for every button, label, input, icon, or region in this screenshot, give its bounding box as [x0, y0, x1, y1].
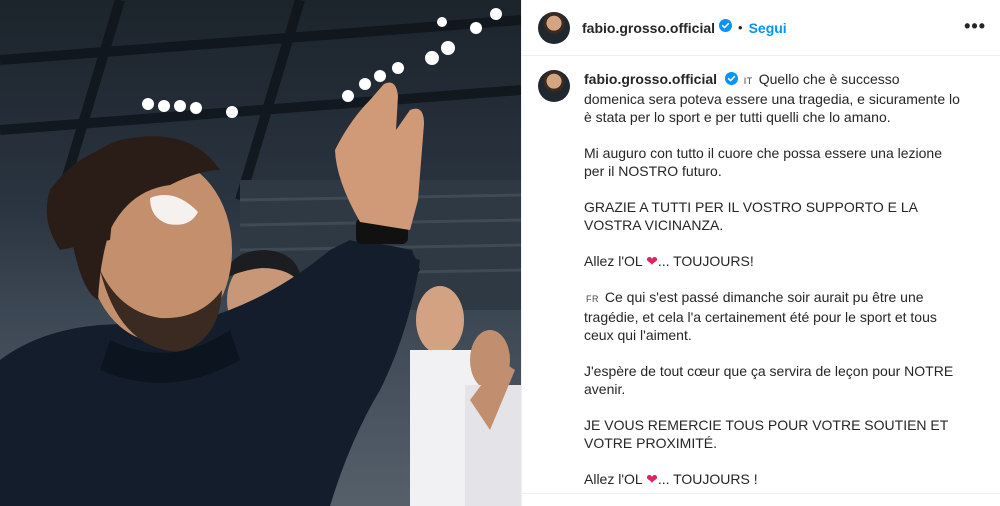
more-options-icon[interactable]: •••	[964, 16, 986, 37]
caption-fr-allez: Allez l'OL	[584, 471, 643, 487]
post-photo[interactable]	[0, 0, 521, 506]
post-caption: fabio.grosso.official IT Quello che è su…	[522, 56, 1000, 506]
verified-badge-icon	[724, 71, 738, 89]
caption-it-allez: Allez l'OL	[584, 253, 643, 269]
caption-avatar[interactable]	[538, 70, 570, 102]
photo-illustration	[0, 0, 521, 506]
caption-username[interactable]: fabio.grosso.official	[584, 71, 717, 87]
separator-dot: •	[738, 20, 743, 35]
caption-body: fabio.grosso.official IT Quello che è su…	[584, 70, 960, 506]
caption-fr-paragraph-4: Allez l'OL ❤... TOUJOURS !	[584, 470, 960, 488]
heart-emoji-icon: ❤	[646, 471, 658, 487]
caption-it-paragraph-4: Allez l'OL ❤... TOUJOURS!	[584, 252, 960, 270]
follow-button[interactable]: Segui	[749, 20, 787, 36]
heart-emoji-icon: ❤	[646, 253, 658, 269]
language-tag-it: IT	[743, 76, 753, 86]
verified-badge-icon	[719, 18, 733, 37]
author-avatar[interactable]	[538, 11, 570, 44]
caption-fr-paragraph-2: J'espère de tout cœur que ça servira de …	[584, 363, 954, 397]
post-header: fabio.grosso.official • Segui •••	[522, 0, 1000, 56]
caption-it-paragraph-3: GRAZIE A TUTTI PER IL VOSTRO SUPPORTO E …	[584, 199, 918, 233]
author-username[interactable]: fabio.grosso.official	[582, 20, 715, 36]
language-tag-fr: FR	[586, 294, 599, 304]
caption-fr-paragraph-3: JE VOUS REMERCIE TOUS POUR VOTRE SOUTIEN…	[584, 417, 949, 451]
actions-divider	[522, 493, 1000, 506]
caption-it-toujours: ... TOUJOURS!	[657, 253, 754, 269]
post-side-panel: fabio.grosso.official • Segui ••• fabio.…	[521, 0, 1000, 506]
caption-it-paragraph-2: Mi auguro con tutto il cuore che possa e…	[584, 145, 942, 179]
caption-fr-paragraph-1: Ce qui s'est passé dimanche soir aurait …	[584, 289, 937, 343]
caption-fr-toujours: ... TOUJOURS !	[657, 471, 758, 487]
